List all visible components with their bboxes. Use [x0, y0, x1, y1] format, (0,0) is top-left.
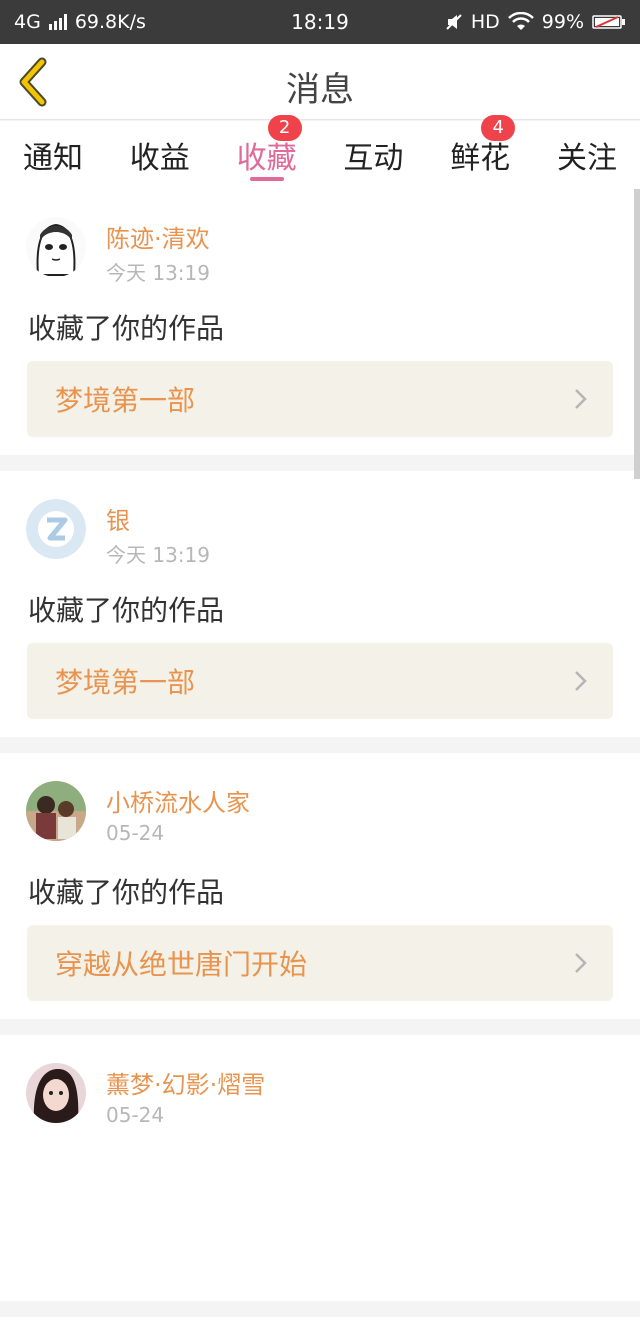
- user-name[interactable]: 薰梦·幻影·熠雪: [106, 1065, 265, 1100]
- battery-percent: 99%: [541, 11, 584, 33]
- title-bar: 消息: [0, 44, 640, 120]
- tab-flowers[interactable]: 鲜花 4: [427, 115, 533, 189]
- tab-favorites[interactable]: 收藏 2: [214, 115, 320, 189]
- avatar[interactable]: [26, 217, 86, 277]
- message-card: 薰梦·幻影·熠雪 05-24: [0, 1035, 640, 1301]
- network-type: 4G: [14, 11, 41, 33]
- chevron-right-icon: [575, 671, 587, 691]
- status-bar: 4G 69.8K/s 18:19 HD 99%: [0, 0, 640, 44]
- chevron-right-icon: [575, 953, 587, 973]
- battery-icon: [592, 15, 625, 29]
- work-link[interactable]: 穿越从绝世唐门开始: [27, 925, 613, 1001]
- work-title: 梦境第一部: [55, 666, 196, 699]
- message-card: 银 今天 13:19 收藏了你的作品 梦境第一部: [0, 471, 640, 737]
- hd-indicator: HD: [470, 11, 500, 33]
- message-card: 小桥流水人家 05-24 收藏了你的作品 穿越从绝世唐门开始: [0, 753, 640, 1019]
- work-link[interactable]: 梦境第一部: [27, 643, 613, 719]
- back-arrow-icon: [19, 57, 47, 107]
- scrollbar[interactable]: [634, 189, 640, 479]
- message-text: 收藏了你的作品: [28, 594, 225, 627]
- message-time: 今天 13:19: [106, 543, 210, 567]
- message-list: 陈迹·清欢 今天 13:19 收藏了你的作品 梦境第一部 银 今天 13:19 …: [0, 189, 640, 1317]
- work-title: 梦境第一部: [55, 384, 196, 417]
- tab-following[interactable]: 关注: [534, 121, 640, 189]
- tab-earnings[interactable]: 收益: [107, 121, 213, 189]
- chevron-right-icon: [575, 389, 587, 409]
- user-name[interactable]: 银: [106, 501, 130, 536]
- tab-notifications[interactable]: 通知: [0, 121, 106, 189]
- network-speed: 69.8K/s: [74, 11, 146, 33]
- work-link[interactable]: 梦境第一部: [27, 361, 613, 437]
- message-text: 收藏了你的作品: [28, 876, 225, 909]
- work-title: 穿越从绝世唐门开始: [55, 948, 308, 981]
- signal-icon: [48, 14, 67, 30]
- tab-interactions[interactable]: 互动: [320, 121, 426, 189]
- avatar[interactable]: [26, 1063, 86, 1123]
- message-time: 05-24: [106, 821, 165, 845]
- message-time: 05-24: [106, 1103, 165, 1127]
- avatar[interactable]: [26, 499, 86, 559]
- page-title: 消息: [286, 70, 354, 110]
- message-time: 今天 13:19: [106, 261, 210, 285]
- user-name[interactable]: 陈迹·清欢: [106, 219, 210, 254]
- message-text: 收藏了你的作品: [28, 312, 225, 345]
- flowers-count-badge: 4: [481, 115, 516, 141]
- tab-bar: 通知 收益 收藏 2 互动 鲜花 4 关注: [0, 115, 640, 189]
- message-card: 陈迹·清欢 今天 13:19 收藏了你的作品 梦境第一部: [0, 189, 640, 455]
- wifi-icon: [507, 12, 534, 30]
- mute-icon: [446, 14, 462, 30]
- back-button[interactable]: [12, 56, 60, 108]
- favorites-count-badge: 2: [267, 115, 302, 141]
- user-name[interactable]: 小桥流水人家: [106, 783, 250, 818]
- avatar[interactable]: [26, 781, 86, 841]
